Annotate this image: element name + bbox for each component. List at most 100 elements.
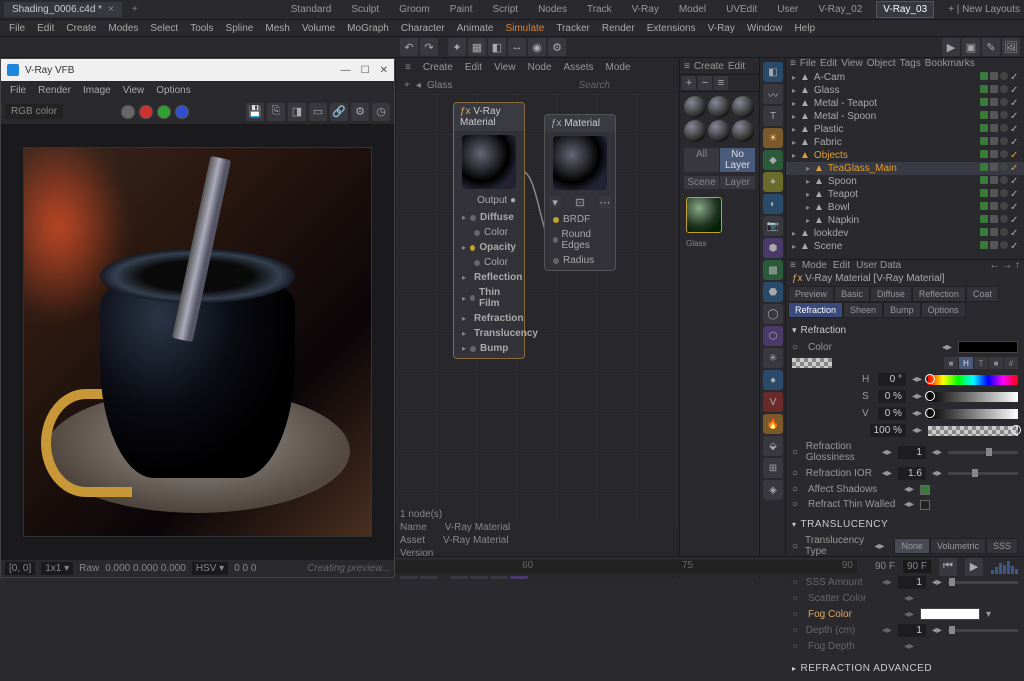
- color-mode-button[interactable]: #: [1004, 357, 1018, 369]
- menu-item[interactable]: Image: [78, 85, 116, 96]
- menu-item[interactable]: View: [841, 58, 863, 69]
- attribute-tab[interactable]: Preview: [788, 286, 834, 302]
- red-channel-icon[interactable]: [139, 105, 153, 119]
- menu-item[interactable]: Object: [867, 58, 896, 69]
- region-icon[interactable]: ▭: [309, 103, 327, 121]
- snap-icon[interactable]: ◧: [488, 38, 506, 56]
- object-row[interactable]: ▸▲Fabric✓: [786, 136, 1024, 149]
- material-sphere[interactable]: [732, 96, 754, 118]
- filter-scene[interactable]: Scene: [684, 176, 719, 189]
- mode-button[interactable]: Volumetric: [930, 538, 986, 554]
- spline-tool-icon[interactable]: 〰: [763, 84, 783, 104]
- mat-list-icon[interactable]: ≡: [714, 76, 728, 90]
- new-layout-button[interactable]: + | New Layouts: [948, 4, 1020, 15]
- layout-tab[interactable]: Paint: [444, 2, 479, 17]
- menu-item[interactable]: User Data: [856, 260, 901, 271]
- node-search[interactable]: Search: [578, 80, 610, 91]
- material-icon[interactable]: ●: [763, 370, 783, 390]
- menu-item[interactable]: Options: [151, 85, 195, 96]
- scene-icon[interactable]: ⬡: [763, 326, 783, 346]
- channel-mode[interactable]: RGB color: [5, 104, 63, 119]
- slider[interactable]: [948, 581, 1018, 584]
- minimize-icon[interactable]: —: [341, 65, 351, 76]
- input-port[interactable]: BRDF: [545, 212, 615, 227]
- menu-item[interactable]: Render: [597, 23, 640, 34]
- selected-material-preview[interactable]: [686, 197, 722, 233]
- attribute-tab[interactable]: Basic: [834, 286, 870, 302]
- compare-icon[interactable]: ◨: [288, 103, 306, 121]
- color-mode-button[interactable]: H: [959, 357, 973, 369]
- layout-tab[interactable]: User: [771, 2, 804, 17]
- menu-item[interactable]: Animate: [452, 23, 499, 34]
- menu-item[interactable]: File: [800, 58, 816, 69]
- layout-tab[interactable]: V-Ray_02: [812, 2, 868, 17]
- menu-item[interactable]: Help: [789, 23, 820, 34]
- menu-item[interactable]: Edit: [820, 58, 837, 69]
- filter-nolayer[interactable]: No Layer: [720, 148, 755, 172]
- object-row[interactable]: ▸▲Scene✓: [786, 240, 1024, 253]
- menu-item[interactable]: Window: [742, 23, 788, 34]
- layout-tab[interactable]: Track: [581, 2, 618, 17]
- generator-icon[interactable]: ◆: [763, 150, 783, 170]
- input-port[interactable]: ▸Refraction: [454, 311, 524, 326]
- menu-item[interactable]: Spline: [221, 23, 259, 34]
- effect-icon[interactable]: ✳: [763, 348, 783, 368]
- input-port[interactable]: Color: [454, 255, 524, 270]
- menu-item[interactable]: Tracker: [551, 23, 595, 34]
- layout-tab[interactable]: Script: [487, 2, 525, 17]
- menu-item[interactable]: Edit: [728, 61, 745, 72]
- menu-item[interactable]: Create: [61, 23, 101, 34]
- object-row[interactable]: ▸▲Bowl✓: [786, 201, 1024, 214]
- material-sphere[interactable]: [732, 120, 754, 142]
- slider[interactable]: [928, 392, 1018, 402]
- play-icon[interactable]: ▶: [965, 558, 983, 576]
- menu-item[interactable]: Node: [523, 62, 557, 73]
- object-row[interactable]: ▸▲Teapot✓: [786, 188, 1024, 201]
- menu-item[interactable]: Simulate: [500, 23, 549, 34]
- attribute-tab[interactable]: Options: [921, 302, 966, 318]
- input-port[interactable]: ▸Diffuse: [454, 210, 524, 225]
- sample-size[interactable]: 1x1 ▾: [41, 562, 73, 575]
- layout-tab[interactable]: V-Ray_03: [876, 1, 934, 18]
- vfb-titlebar[interactable]: V-Ray VFB — ☐ ✕: [1, 59, 394, 81]
- checkbox[interactable]: [920, 500, 930, 510]
- green-channel-icon[interactable]: [157, 105, 171, 119]
- menu-item[interactable]: Mesh: [260, 23, 294, 34]
- menu-item[interactable]: Select: [145, 23, 183, 34]
- align-icon[interactable]: ↔: [508, 38, 526, 56]
- input-port[interactable]: ▸Thin Film: [454, 285, 524, 311]
- menu-item[interactable]: Edit: [32, 23, 59, 34]
- axis-icon[interactable]: ✦: [448, 38, 466, 56]
- menu-item[interactable]: View: [118, 85, 150, 96]
- material-sphere[interactable]: [708, 96, 730, 118]
- refraction-section[interactable]: ▾ Refraction: [792, 322, 1018, 339]
- misc2-icon[interactable]: ⊞: [763, 458, 783, 478]
- menu-item[interactable]: Mode: [601, 62, 636, 73]
- material-output-node[interactable]: ƒx Material ▾ ⊡ ⋯ BRDFRound EdgesRadius: [544, 114, 616, 271]
- input-port[interactable]: ▸Bump: [454, 341, 524, 356]
- filter-all[interactable]: All: [684, 148, 719, 172]
- menu-item[interactable]: View: [489, 62, 521, 73]
- color-swatch[interactable]: [920, 608, 980, 620]
- attribute-tab[interactable]: Diffuse: [870, 286, 912, 302]
- configure-icon[interactable]: ⚙: [548, 38, 566, 56]
- object-row[interactable]: ▸▲Metal - Teapot✓: [786, 97, 1024, 110]
- object-row[interactable]: ▸▲Glass✓: [786, 84, 1024, 97]
- menu-item[interactable]: File: [4, 23, 30, 34]
- layout-tab[interactable]: V-Ray: [626, 2, 665, 17]
- object-row[interactable]: ▸▲A-Cam✓: [786, 71, 1024, 84]
- volume-icon[interactable]: ▩: [763, 260, 783, 280]
- end-frame[interactable]: 90 F: [875, 561, 895, 572]
- filter-layer[interactable]: Layer: [720, 176, 755, 189]
- menu-item[interactable]: Volume: [297, 23, 340, 34]
- layout-tab[interactable]: Nodes: [532, 2, 573, 17]
- save-image-icon[interactable]: 💾: [246, 103, 264, 121]
- menu-item[interactable]: MoGraph: [342, 23, 394, 34]
- mode-button[interactable]: None: [894, 538, 930, 554]
- object-row[interactable]: ▸▲Plastic✓: [786, 123, 1024, 136]
- new-mat-icon[interactable]: +: [682, 76, 696, 90]
- input-port[interactable]: ▸Translucency: [454, 326, 524, 341]
- menu-item[interactable]: Create: [418, 62, 458, 73]
- menu-item[interactable]: Bookmarks: [925, 58, 975, 69]
- menu-item[interactable]: Extensions: [642, 23, 701, 34]
